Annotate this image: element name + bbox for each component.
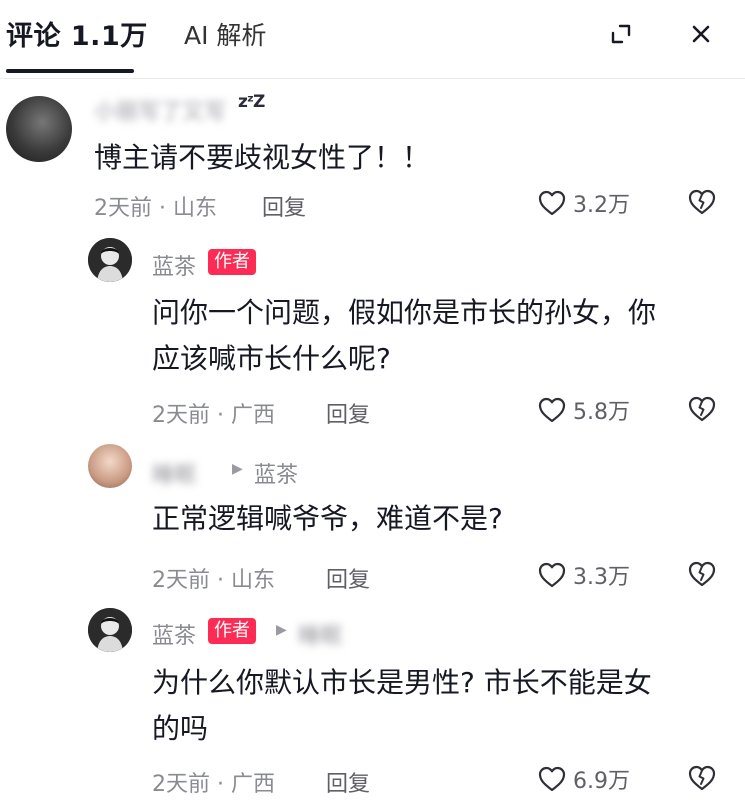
author-avatar-illustration xyxy=(88,238,132,282)
comment-username[interactable]: 蓝茶 xyxy=(152,618,196,650)
comment-time-location: 2天前 · 广西 xyxy=(152,403,275,428)
avatar[interactable] xyxy=(6,96,72,162)
heart-icon xyxy=(538,190,566,216)
like-button[interactable]: 6.9万 xyxy=(537,764,630,794)
tab-ai-analysis[interactable]: AI 解析 xyxy=(184,16,266,52)
comment-time-location: 2天前 · 广西 xyxy=(152,772,275,797)
reply-to-arrow-icon: ▶ xyxy=(232,461,243,477)
comment-text-line-2: 的吗 xyxy=(152,712,209,745)
reply-button[interactable]: 回复 xyxy=(326,562,370,594)
broken-heart-icon xyxy=(688,561,716,587)
like-count: 3.2万 xyxy=(573,193,630,218)
tab-comments[interactable]: 评论 1.1万 xyxy=(6,14,148,53)
like-button[interactable]: 3.3万 xyxy=(537,560,630,590)
comment-username[interactable]: 睡眠 xyxy=(152,457,196,489)
comment-text-line-1: 为什么你默认市长是男性? 市长不能是女 xyxy=(152,666,652,699)
dislike-button[interactable] xyxy=(686,560,720,590)
avatar[interactable] xyxy=(88,444,132,488)
reply-to-username[interactable]: 睡眠 xyxy=(298,618,342,650)
broken-heart-icon xyxy=(688,396,716,422)
like-button[interactable]: 5.8万 xyxy=(537,395,630,425)
like-count: 6.9万 xyxy=(573,769,630,794)
author-badge: 作者 xyxy=(208,249,256,275)
expand-corners-icon xyxy=(611,24,631,44)
comment-text-line-2: 应该喊市长什么呢? xyxy=(152,342,391,375)
sleep-zzz-icon: zᶻZ xyxy=(238,92,265,112)
broken-heart-icon xyxy=(688,189,716,215)
expand-button[interactable] xyxy=(600,13,642,55)
comment-time-location: 2天前 · 山东 xyxy=(152,568,275,593)
comment-username[interactable]: 蓝茶 xyxy=(152,249,196,281)
comments-header: 评论 1.1万 AI 解析 xyxy=(0,0,745,76)
comment-text: 博主请不要歧视女性了！！ xyxy=(94,141,431,174)
reply-button[interactable]: 回复 xyxy=(262,190,306,222)
like-count: 3.3万 xyxy=(573,565,630,590)
author-avatar[interactable] xyxy=(88,608,132,652)
heart-icon xyxy=(538,397,566,423)
comment-username[interactable]: 小丽写了又写 xyxy=(94,94,226,126)
dislike-button[interactable] xyxy=(686,188,720,218)
active-tab-indicator xyxy=(6,69,134,73)
like-count: 5.8万 xyxy=(573,400,630,425)
close-button[interactable] xyxy=(680,13,722,55)
comment-time-location: 2天前 · 山东 xyxy=(94,196,217,221)
author-avatar[interactable] xyxy=(88,238,132,282)
author-avatar-illustration xyxy=(88,608,132,652)
dislike-button[interactable] xyxy=(686,395,720,425)
heart-icon xyxy=(538,562,566,588)
reply-button[interactable]: 回复 xyxy=(326,397,370,429)
comment-text: 正常逻辑喊爷爷，难道不是? xyxy=(152,502,503,535)
header-divider xyxy=(0,78,745,79)
comment-text-line-1: 问你一个问题，假如你是市长的孙女，你 xyxy=(152,296,657,329)
reply-to-arrow-icon: ▶ xyxy=(276,622,287,638)
dislike-button[interactable] xyxy=(686,764,720,794)
reply-to-username[interactable]: 蓝茶 xyxy=(254,457,298,489)
close-icon xyxy=(692,25,710,43)
broken-heart-icon xyxy=(688,765,716,791)
author-badge: 作者 xyxy=(208,618,256,644)
heart-icon xyxy=(538,766,566,792)
reply-button[interactable]: 回复 xyxy=(326,766,370,798)
like-button[interactable]: 3.2万 xyxy=(537,188,630,218)
